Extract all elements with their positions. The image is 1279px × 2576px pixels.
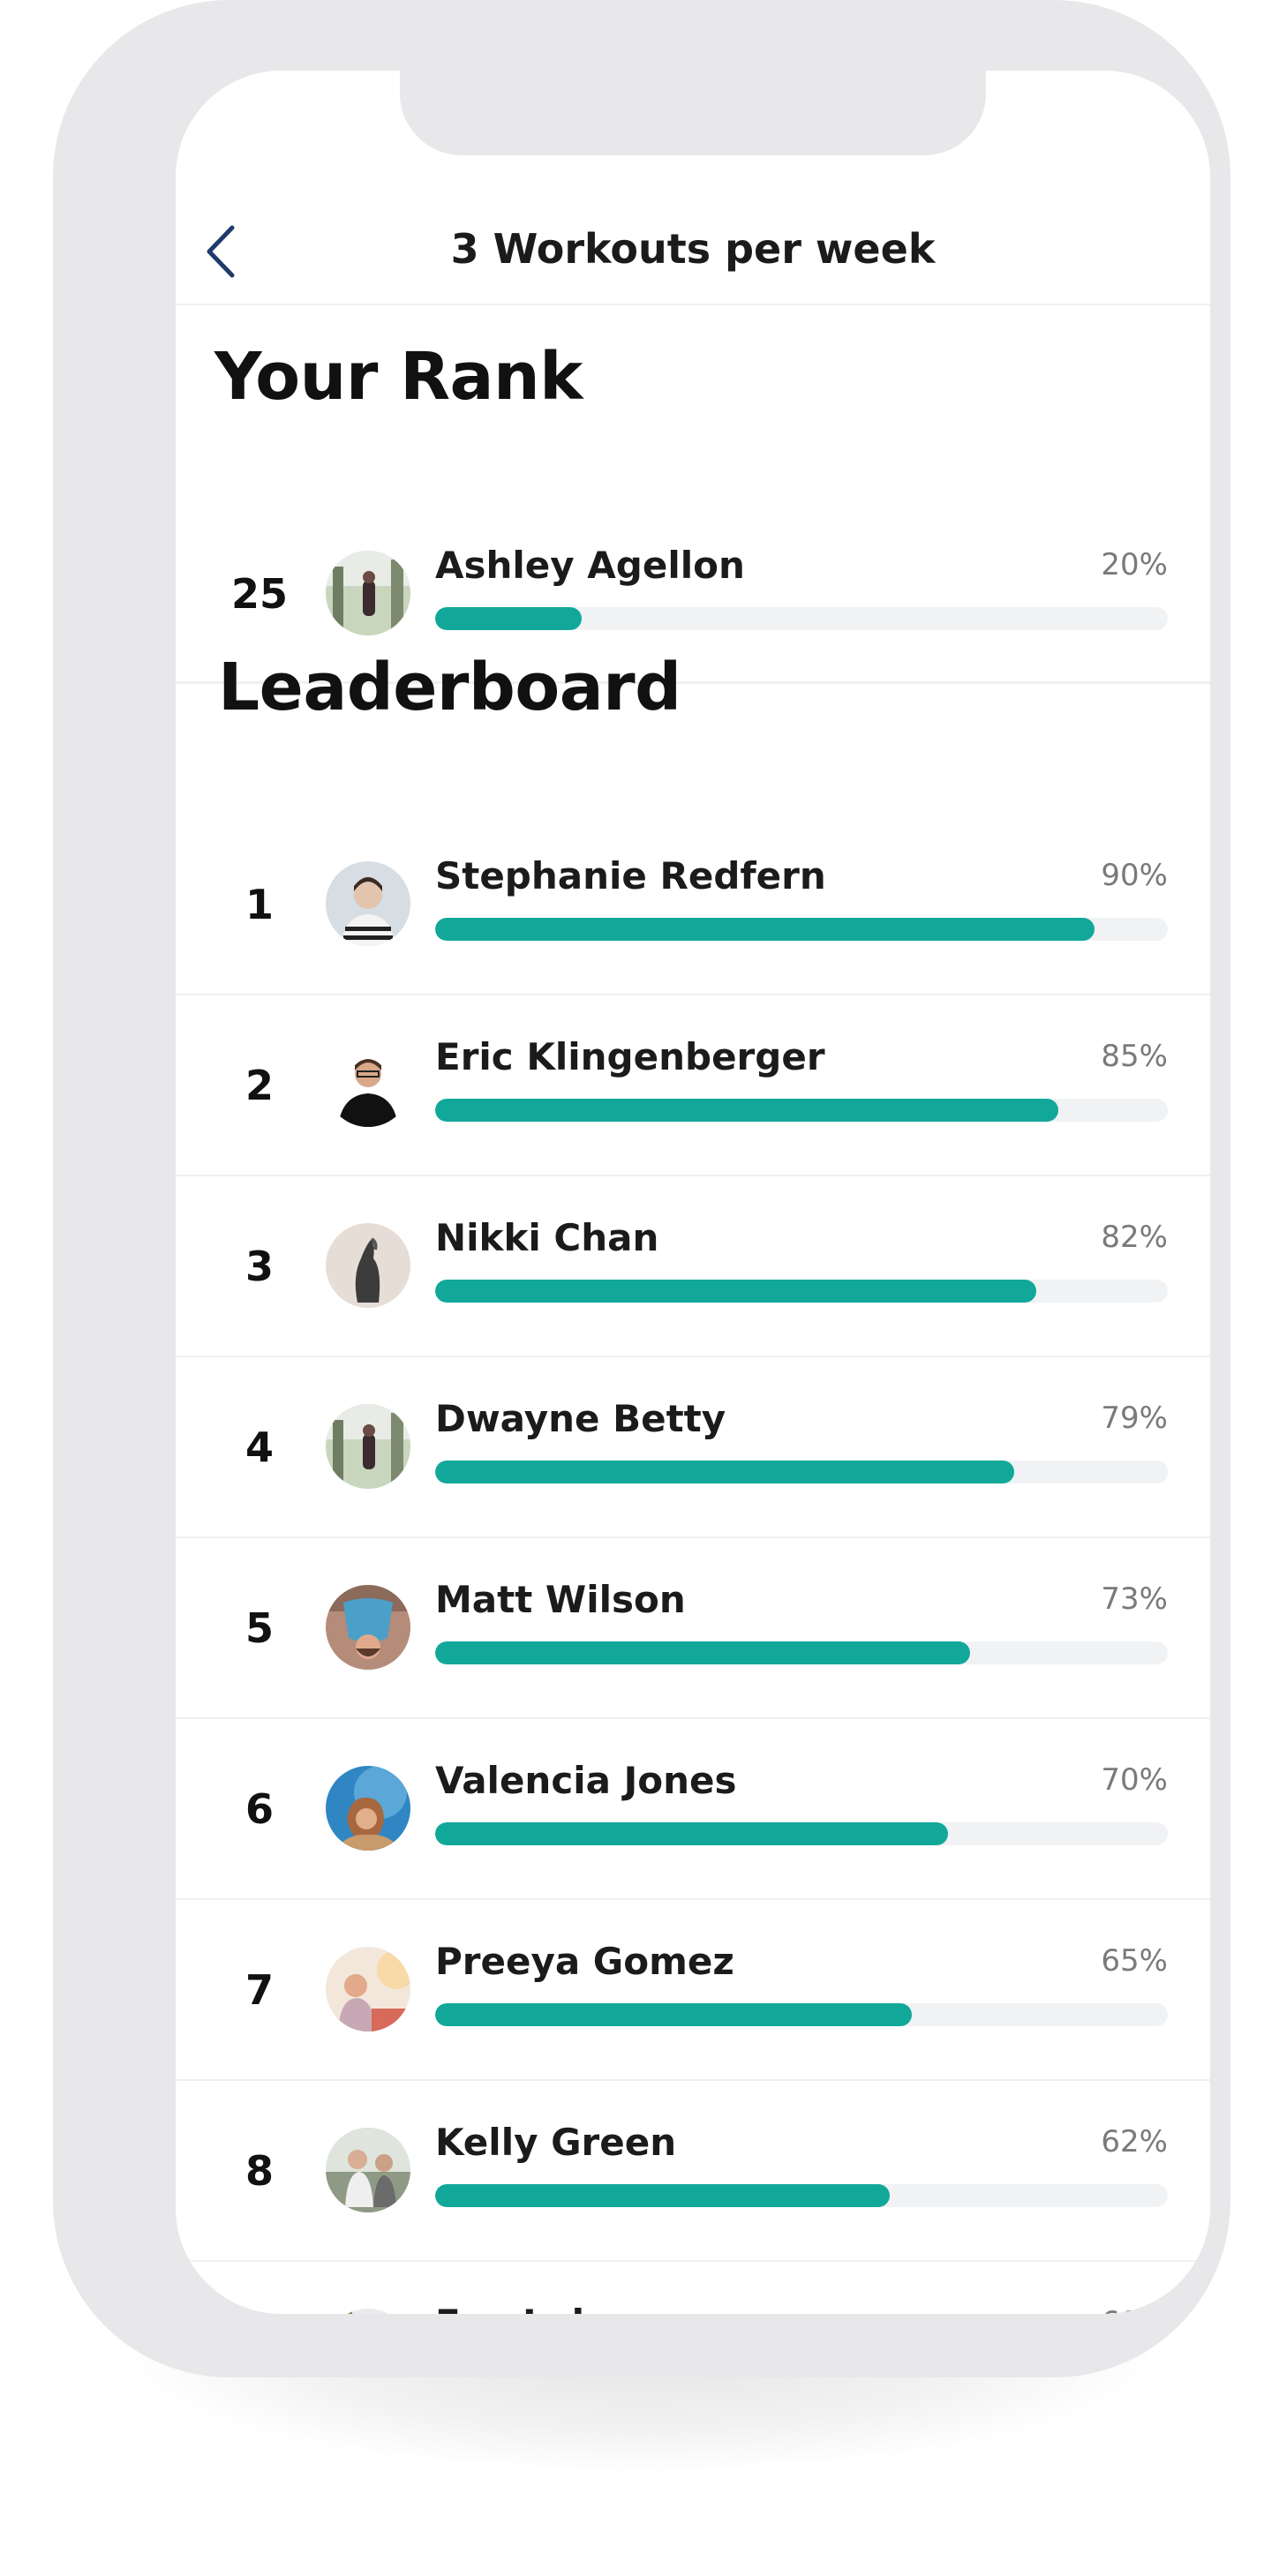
progress-fill — [435, 918, 1095, 941]
rank-number: 8 — [245, 2147, 274, 2195]
phone-screen: 3 Workouts per week Your Rank 25 Ashley … — [176, 71, 1210, 2314]
avatar[interactable] — [326, 1404, 410, 1489]
phone-frame: 3 Workouts per week Your Rank 25 Ashley … — [53, 0, 1230, 2377]
leaderboard-row[interactable]: 4 Dwayne Betty 79% — [176, 1356, 1210, 1538]
progress-fill — [435, 2184, 890, 2207]
user-name: Dwayne Betty — [435, 1397, 726, 1440]
progress-track — [435, 1461, 1168, 1483]
rank-number: 7 — [245, 1966, 274, 2014]
leaderboard-row[interactable]: 5 Matt Wilson 73% — [176, 1537, 1210, 1719]
rank-number: 4 — [245, 1423, 274, 1471]
progress-track — [435, 2184, 1168, 2207]
progress-track — [435, 1280, 1168, 1303]
avatar[interactable] — [326, 1585, 410, 1670]
leaderboard-row[interactable]: 1 Stephanie Redfern 90% — [176, 814, 1210, 995]
leaderboard-heading: Leaderboard — [218, 650, 681, 725]
user-name: Matt Wilson — [435, 1578, 686, 1621]
percent-label: 60% — [1101, 2305, 1168, 2314]
progress-fill — [435, 1099, 1058, 1122]
percent-label: 20% — [1101, 547, 1168, 582]
rank-number: 25 — [230, 570, 288, 618]
percent-label: 85% — [1101, 1039, 1168, 1074]
user-name: Stephanie Redfern — [435, 854, 826, 897]
user-name: Kelly Green — [435, 2121, 677, 2164]
nav-bar: 3 Workouts per week — [176, 194, 1210, 305]
percent-label: 82% — [1101, 1220, 1168, 1255]
progress-fill — [435, 1822, 948, 1845]
progress-track — [435, 2003, 1168, 2026]
progress-fill — [435, 607, 582, 630]
avatar[interactable] — [326, 1947, 410, 2032]
rank-number: 1 — [245, 881, 274, 928]
progress-track — [435, 1099, 1168, 1122]
rank-number: 6 — [245, 1785, 274, 1833]
progress-fill — [435, 2003, 912, 2026]
progress-fill — [435, 1641, 970, 1664]
avatar[interactable] — [326, 1042, 410, 1127]
percent-label: 79% — [1101, 1401, 1168, 1436]
percent-label: 70% — [1101, 1762, 1168, 1798]
avatar[interactable] — [326, 2309, 410, 2314]
user-name: Ashley Agellon — [435, 544, 745, 587]
progress-track — [435, 607, 1168, 630]
rank-number: 3 — [245, 1243, 274, 1290]
progress-track — [435, 918, 1168, 941]
your-rank-heading: Your Rank — [214, 339, 583, 415]
avatar[interactable] — [326, 551, 410, 635]
avatar[interactable] — [326, 1766, 410, 1851]
leaderboard-row[interactable]: 7 Preeya Gomez 65% — [176, 1899, 1210, 2081]
progress-fill — [435, 1280, 1036, 1303]
rank-number: 2 — [245, 1062, 274, 1109]
progress-track — [435, 1641, 1168, 1664]
user-name: Preeya Gomez — [435, 1940, 734, 1983]
avatar[interactable] — [326, 2128, 410, 2212]
leaderboard-row[interactable]: 8 Kelly Green 62% — [176, 2080, 1210, 2262]
leaderboard-row[interactable]: 3 Nikki Chan 82% — [176, 1175, 1210, 1357]
percent-label: 62% — [1101, 2124, 1168, 2159]
rank-number: 5 — [245, 1604, 274, 1652]
avatar[interactable] — [326, 861, 410, 946]
phone-notch — [400, 71, 986, 155]
user-name: Valencia Jones — [435, 1759, 737, 1802]
progress-track — [435, 1822, 1168, 1845]
leaderboard-row[interactable]: 2 Eric Klingenberger 85% — [176, 995, 1210, 1176]
avatar[interactable] — [326, 1223, 410, 1308]
leaderboard-row[interactable]: 9 Eva Loh 60% — [176, 2261, 1210, 2314]
percent-label: 73% — [1101, 1581, 1168, 1617]
percent-label: 90% — [1101, 858, 1168, 893]
percent-label: 65% — [1101, 1943, 1168, 1979]
progress-fill — [435, 1461, 1014, 1483]
user-name: Eric Klingenberger — [435, 1035, 825, 1078]
user-name: Nikki Chan — [435, 1216, 659, 1259]
user-name: Eva Loh — [435, 2302, 598, 2314]
leaderboard-row[interactable]: 6 Valencia Jones 70% — [176, 1718, 1210, 1900]
page-title: 3 Workouts per week — [450, 225, 936, 273]
